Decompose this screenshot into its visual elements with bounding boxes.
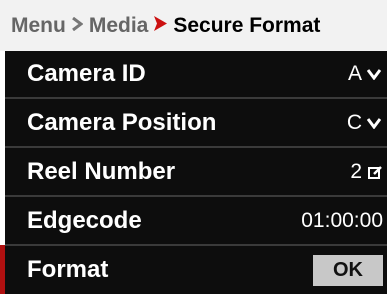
chevron-down-icon: [367, 117, 381, 129]
breadcrumb-menu[interactable]: Menu: [11, 14, 66, 38]
menu-list: Camera ID A Camera Position C Reel Numbe…: [5, 51, 387, 294]
edgecode-value[interactable]: 01:00:00: [301, 209, 387, 233]
menu-item-format[interactable]: Format OK: [5, 246, 387, 294]
menu-item-label: Camera Position: [27, 109, 217, 136]
menu-item-camera-id[interactable]: Camera ID A: [5, 51, 387, 99]
menu-item-label: Camera ID: [27, 60, 146, 87]
camera-position-dropdown[interactable]: C: [347, 111, 387, 135]
menu-item-value: A: [347, 62, 362, 85]
menu-item-value: 2: [350, 160, 362, 183]
menu-item-label: Format: [27, 256, 109, 283]
menu-item-camera-position[interactable]: Camera Position C: [5, 100, 387, 148]
menu-item-label: Reel Number: [27, 158, 176, 185]
edit-icon[interactable]: [368, 165, 383, 180]
reel-number-field[interactable]: 2: [350, 160, 387, 184]
menu-item-reel-number[interactable]: Reel Number 2: [5, 149, 387, 197]
ok-button[interactable]: OK: [313, 254, 383, 286]
menu-item-label: Edgecode: [27, 207, 142, 234]
camera-id-dropdown[interactable]: A: [348, 62, 387, 86]
breadcrumb: Menu Media Secure Format: [0, 0, 387, 51]
secure-format-screen: Menu Media Secure Format Camera ID A Cam…: [0, 0, 387, 294]
breadcrumb-secure-format: Secure Format: [173, 13, 321, 37]
chevron-down-icon: [367, 68, 381, 80]
menu-item-edgecode[interactable]: Edgecode 01:00:00: [5, 198, 387, 246]
menu-item-value: C: [346, 111, 362, 134]
menu-item-value: 01:00:00: [301, 209, 383, 232]
chevron-right-icon: [154, 15, 168, 37]
chevron-right-icon: [71, 15, 84, 37]
breadcrumb-media[interactable]: Media: [89, 14, 149, 38]
